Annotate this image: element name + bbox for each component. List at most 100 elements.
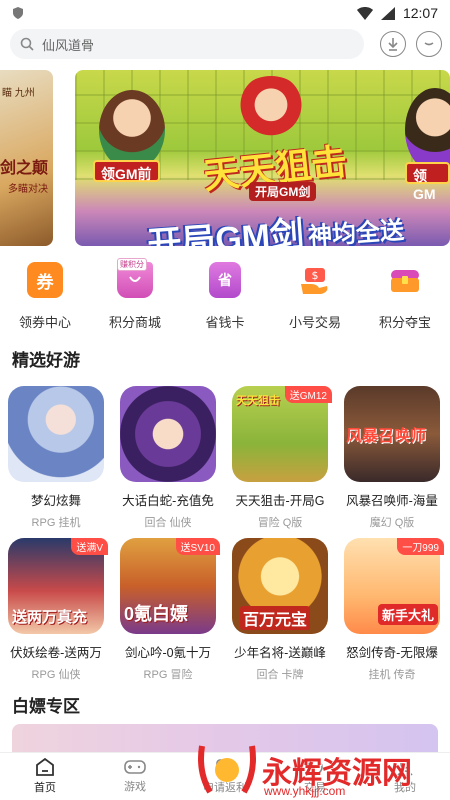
game-cover-title: 天天狙击 [236, 395, 280, 407]
quicknav-label: 积分夺宝 [378, 315, 431, 330]
quicknav-item-coupon[interactable]: 券 领券中心 [0, 262, 90, 332]
game-name: 大话白蛇-充值免 [122, 494, 214, 508]
watermark: 永辉资源网 www.yhkjjj.com [196, 740, 450, 800]
game-badge: 送满V [71, 538, 108, 555]
message-button[interactable] [416, 31, 442, 57]
quick-nav: 券 领券中心 赚积分 积分商城 省 省钱卡 $ 小号交易 积分夺宝 [0, 258, 450, 332]
section-title-free: 白嫖专区 [12, 697, 80, 716]
nav-label: 首页 [34, 782, 56, 794]
banner-hero-left [99, 90, 165, 170]
game-name: 天天狙击-开局G [235, 494, 325, 508]
game-grid-row-1: 梦幻炫舞 RPG 挂机 大话白蛇-充值免 回合 仙侠 天天狙击 送GM12 天天… [0, 386, 450, 530]
shopping-bag-icon: 赚积分 [117, 258, 153, 298]
chest-shape [391, 270, 419, 292]
quicknav-item-save-card[interactable]: 省 省钱卡 [180, 262, 270, 332]
shield-icon [13, 7, 23, 19]
game-card[interactable]: 梦幻炫舞 RPG 挂机 [0, 386, 112, 530]
game-card[interactable]: 0氪白嫖 送SV10 剑心吟-0氪十万 RPG 冒险 [112, 538, 224, 682]
game-tags: 冒险 Q版 [257, 517, 303, 529]
banner-left-title: 剑之颠 [0, 160, 49, 177]
search-placeholder: 仙风道骨 [42, 37, 95, 53]
game-cover: 百万元宝 [232, 538, 328, 634]
signal-icon [380, 6, 395, 20]
game-card[interactable]: 百万元宝 少年名将-送巅峰 回合 卡牌 [224, 538, 336, 682]
game-name: 梦幻炫舞 [30, 494, 81, 508]
banner-headline-main: 开局GM剑 [146, 215, 306, 246]
game-badge: 送SV10 [175, 538, 220, 555]
chat-bubble-icon [424, 42, 434, 46]
game-badge: 一刀999 [397, 538, 444, 555]
game-card[interactable]: 新手大礼 一刀999 怒剑传奇-无限爆 挂机 传奇 [336, 538, 448, 682]
search-row: 仙风道骨 [0, 28, 450, 60]
hand-coin-shape: $ [301, 268, 328, 294]
card-icon: 省 [209, 262, 241, 298]
coupon-icon: 券 [27, 262, 63, 298]
game-grid-row-2: 送两万真充 送满V 伏妖绘卷-送两万 RPG 仙侠 0氪白嫖 送SV10 剑心吟… [0, 538, 450, 682]
bag-handle [129, 276, 141, 282]
game-cover-title: 百万元宝 [240, 606, 311, 630]
banner-subtitle: 开局GM剑 [249, 182, 317, 201]
game-cover [120, 386, 216, 482]
search-icon [20, 37, 34, 51]
quicknav-label: 小号交易 [288, 315, 341, 330]
coupon-glyph: 券 [36, 272, 54, 292]
game-card[interactable]: 送两万真充 送满V 伏妖绘卷-送两万 RPG 仙侠 [0, 538, 112, 682]
quicknav-label: 省钱卡 [205, 315, 245, 330]
home-icon [36, 758, 54, 776]
banner-ribbon-right: 领GM [405, 162, 450, 202]
download-icon [388, 38, 398, 51]
quicknav-item-points-treasure[interactable]: 积分夺宝 [360, 262, 450, 332]
treasure-chest-icon [387, 262, 423, 298]
svg-text:$: $ [312, 269, 319, 282]
banner-prev-slide[interactable]: 瞄 九州 剑之颠 多瞄对决 [0, 70, 53, 246]
clock: 12:07 [402, 5, 438, 21]
nav-home[interactable]: 首页 [0, 753, 90, 800]
nav-games[interactable]: 游戏 [90, 753, 180, 800]
game-name: 风暴召唤师-海量 [346, 494, 438, 508]
game-tags: RPG 冒险 [143, 669, 193, 681]
game-tags: 回合 卡牌 [256, 669, 304, 681]
section-title-featured: 精选好游 [12, 351, 80, 370]
gamepad-icon [124, 760, 146, 774]
game-tags: RPG 挂机 [31, 517, 81, 529]
download-button[interactable] [380, 31, 406, 57]
quicknav-label: 领券中心 [18, 315, 71, 330]
game-cover-title: 送两万真充 [12, 609, 88, 626]
game-tags: 挂机 传奇 [368, 669, 416, 681]
search-input[interactable]: 仙风道骨 [10, 29, 364, 59]
banner-ribbon-left: 领GM前 [93, 160, 160, 182]
quicknav-item-points-mall[interactable]: 赚积分 积分商城 [90, 258, 180, 332]
game-cover-title: 风暴召唤师 [346, 428, 427, 445]
game-name: 伏妖绘卷-送两万 [10, 646, 102, 660]
game-tags: RPG 仙侠 [31, 669, 81, 681]
game-badge: 送GM12 [284, 386, 332, 403]
game-name: 剑心吟-0氪十万 [124, 646, 212, 660]
card-glyph: 省 [218, 272, 232, 288]
quicknav-label: 积分商城 [108, 315, 161, 330]
status-bar: 12:07 [0, 0, 450, 26]
game-card[interactable]: 天天狙击 送GM12 天天狙击-开局G 冒险 Q版 [224, 386, 336, 530]
banner-left-sub: 多瞄对决 [8, 184, 48, 195]
game-name: 少年名将-送巅峰 [234, 646, 326, 660]
trade-icon: $ [297, 262, 333, 298]
game-cover [8, 386, 104, 482]
quicknav-badge: 赚积分 [117, 258, 147, 271]
banner-left-tag: 瞄 九州 [2, 88, 35, 99]
game-tags: 魔幻 Q版 [369, 517, 415, 529]
banner-headline: 开局GM剑神均全送 [146, 199, 406, 246]
quicknav-item-account-trade[interactable]: $ 小号交易 [270, 262, 360, 332]
game-cover: 风暴召唤师 [344, 386, 440, 482]
game-cover-title: 0氪白嫖 [124, 604, 189, 624]
game-cover-title: 新手大礼 [378, 604, 439, 625]
game-card[interactable]: 大话白蛇-充值免 回合 仙侠 [112, 386, 224, 530]
game-card[interactable]: 风暴召唤师 风暴召唤师-海量 魔幻 Q版 [336, 386, 448, 530]
game-name: 怒剑传奇-无限爆 [346, 646, 438, 660]
nav-label: 游戏 [124, 781, 146, 793]
watermark-logo [198, 745, 256, 794]
watermark-url: www.yhkjjj.com [264, 784, 346, 798]
banner-carousel[interactable]: 天天狙击 开局GM剑 领GM前 领GM 开局GM剑神均全送 [75, 70, 450, 246]
game-tags: 回合 仙侠 [144, 517, 192, 529]
banner-headline-tail: 神均全送 [307, 217, 405, 246]
wifi-icon [356, 6, 373, 20]
banner-hero-center [235, 76, 307, 140]
